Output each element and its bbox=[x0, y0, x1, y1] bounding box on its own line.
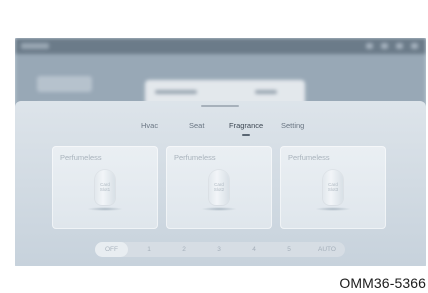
figure-code: OMM36-5366 bbox=[339, 275, 426, 291]
bottle-shadow bbox=[315, 207, 351, 211]
status-icon bbox=[411, 43, 418, 49]
climate-overlay-panel: Hvac Seat Fragrance Setting Perfumeless … bbox=[15, 101, 426, 266]
bottle-label-line: Slot2 bbox=[213, 187, 225, 192]
status-bar bbox=[15, 38, 426, 54]
status-icons bbox=[366, 43, 418, 49]
card-title: Perfumeless bbox=[174, 153, 216, 162]
fragrance-bottle-icon: Card Slot1 bbox=[95, 170, 115, 205]
tab-setting[interactable]: Setting bbox=[281, 121, 304, 130]
card-title: Perfumeless bbox=[60, 153, 102, 162]
tab-bar: Hvac Seat Fragrance Setting bbox=[15, 121, 426, 137]
bottle-label-line: Slot1 bbox=[99, 187, 111, 192]
fragrance-bottle-icon: Card Slot2 bbox=[209, 170, 229, 205]
fragrance-cards: Perfumeless Card Slot1 Perfumeless Card … bbox=[15, 146, 426, 230]
level-off-button[interactable]: OFF bbox=[95, 242, 128, 257]
level-1-button[interactable]: 1 bbox=[142, 242, 156, 257]
bottle-label: Card Slot2 bbox=[209, 182, 229, 192]
level-3-button[interactable]: 3 bbox=[212, 242, 226, 257]
infotainment-screen: Hvac Seat Fragrance Setting Perfumeless … bbox=[15, 38, 426, 266]
bottle-label: Card Slot1 bbox=[95, 182, 115, 192]
level-4-button[interactable]: 4 bbox=[247, 242, 261, 257]
bottle-label: Card Slot3 bbox=[323, 182, 343, 192]
level-2-button[interactable]: 2 bbox=[177, 242, 191, 257]
level-5-button[interactable]: 5 bbox=[282, 242, 296, 257]
logo bbox=[21, 43, 49, 49]
fragrance-card-slot2[interactable]: Perfumeless Card Slot2 bbox=[166, 146, 272, 229]
background-text-line bbox=[155, 90, 197, 94]
bottle-shadow bbox=[87, 207, 123, 211]
bottle-shadow bbox=[201, 207, 237, 211]
level-auto-button[interactable]: AUTO bbox=[313, 242, 341, 257]
card-title: Perfumeless bbox=[288, 153, 330, 162]
status-icon bbox=[366, 43, 373, 49]
intensity-level-selector: OFF 1 2 3 4 5 AUTO bbox=[95, 242, 345, 257]
tab-fragrance[interactable]: Fragrance bbox=[229, 121, 263, 130]
background-text-line bbox=[255, 90, 277, 94]
status-icon bbox=[381, 43, 388, 49]
fragrance-bottle-icon: Card Slot3 bbox=[323, 170, 343, 205]
active-tab-indicator bbox=[242, 134, 250, 136]
drag-handle[interactable] bbox=[201, 105, 239, 107]
background-menu-item bbox=[37, 76, 92, 92]
fragrance-card-slot1[interactable]: Perfumeless Card Slot1 bbox=[52, 146, 158, 229]
status-icon bbox=[396, 43, 403, 49]
tab-hvac[interactable]: Hvac bbox=[141, 121, 158, 130]
fragrance-card-slot3[interactable]: Perfumeless Card Slot3 bbox=[280, 146, 386, 229]
tab-seat[interactable]: Seat bbox=[189, 121, 204, 130]
bottle-label-line: Slot3 bbox=[327, 187, 339, 192]
